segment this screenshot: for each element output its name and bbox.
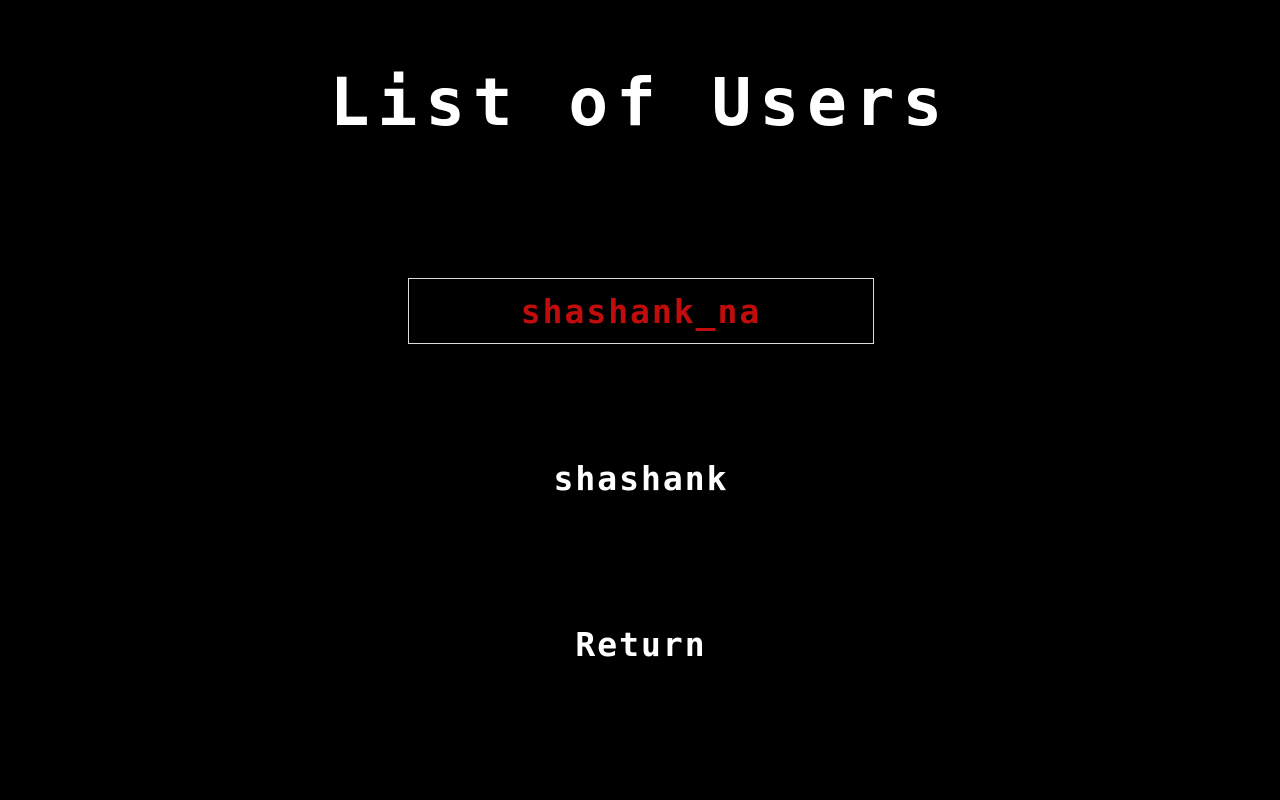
user-item-shashank-na[interactable]: shashank_na [408, 278, 874, 344]
return-button[interactable]: Return [408, 612, 874, 678]
user-list-screen: List of Users shashank_na shashank Retur… [0, 0, 1280, 800]
user-item-shashank[interactable]: shashank [408, 446, 874, 512]
return-button-label: Return [575, 625, 707, 664]
user-item-label: shashank_na [520, 292, 762, 331]
user-item-label: shashank [553, 459, 729, 498]
page-title: List of Users [329, 64, 951, 141]
